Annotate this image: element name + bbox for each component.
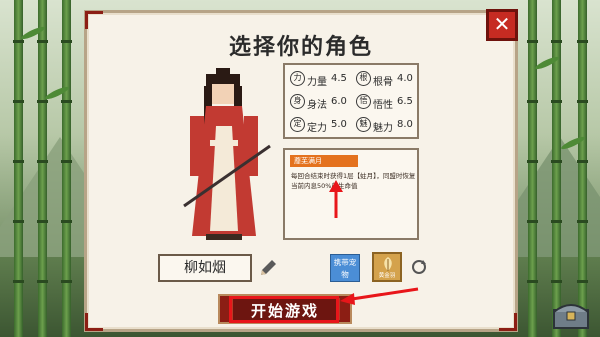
golden-feather-label: 黄金羽 [378,273,396,279]
stat-strength: 力 力量 4.5 [287,68,351,90]
stats-panel: 力 力量 4.5 根 根骨 4.0 身 身法 6.0 悟 悟性 6.5 定 定力… [283,63,419,139]
stat-name: 魅力 [373,123,393,134]
frame-corner [85,11,103,29]
bamboo [61,0,72,337]
stat-name: 身法 [307,100,327,111]
refresh-icon[interactable] [411,259,427,275]
bamboo [551,0,562,337]
talent-description: 每回合结束时获得1层【蛀月】，同盟时恢复当前内息50%的生命值 [291,172,416,190]
constitution-icon: 根 [356,71,371,86]
stat-value: 4.0 [397,73,413,84]
stat-value: 4.5 [331,73,347,84]
bamboo [37,0,48,337]
close-button[interactable]: ✕ [486,9,518,41]
annotation-arrow-icon [340,287,419,305]
agility-icon: 身 [290,94,305,109]
stat-value: 6.0 [331,96,347,107]
stat-name: 力量 [307,77,327,88]
talent-panel: 蘼芜满月 每回合结束时获得1层【蛀月】，同盟时恢复当前内息50%的生命值 [283,148,419,240]
bamboo [527,0,538,337]
strength-icon: 力 [290,71,305,86]
feather-icon [384,257,392,271]
stat-comprehension: 悟 悟性 6.5 [353,91,417,113]
frame-corner [499,313,517,331]
charm-icon: 魅 [356,117,371,132]
page-title: 选择你的角色 [228,35,373,60]
stat-constitution: 根 根骨 4.0 [353,68,417,90]
stat-value: 8.0 [397,119,413,130]
stat-charm: 魅 魅力 8.0 [353,114,417,136]
stat-value: 6.5 [397,96,413,107]
start-game-label: 开始游戏 [250,302,319,320]
stat-name: 根骨 [373,77,393,88]
bamboo [13,0,24,337]
stat-agility: 身 身法 6.0 [287,91,351,113]
stat-willpower: 定 定力 5.0 [287,114,351,136]
start-game-button[interactable]: 开始游戏 [218,294,352,324]
stat-name: 悟性 [373,100,393,111]
carry-pet-button[interactable]: 携带宠物 [330,254,360,282]
pencil-icon[interactable] [258,258,278,278]
golden-feather-item[interactable]: 黄金羽 [372,252,402,282]
comprehension-icon: 悟 [356,94,371,109]
talent-tag: 蘼芜满月 [290,155,358,167]
willpower-icon: 定 [290,117,305,132]
character-portrait [183,68,271,240]
character-name-field[interactable]: 柳如烟 [158,254,252,282]
treasure-chest-icon[interactable] [552,300,590,330]
annotation-arrow-icon [329,180,343,218]
bamboo [577,0,588,337]
frame-corner [85,313,103,331]
stat-name: 定力 [307,123,327,134]
stat-value: 5.0 [331,119,347,130]
